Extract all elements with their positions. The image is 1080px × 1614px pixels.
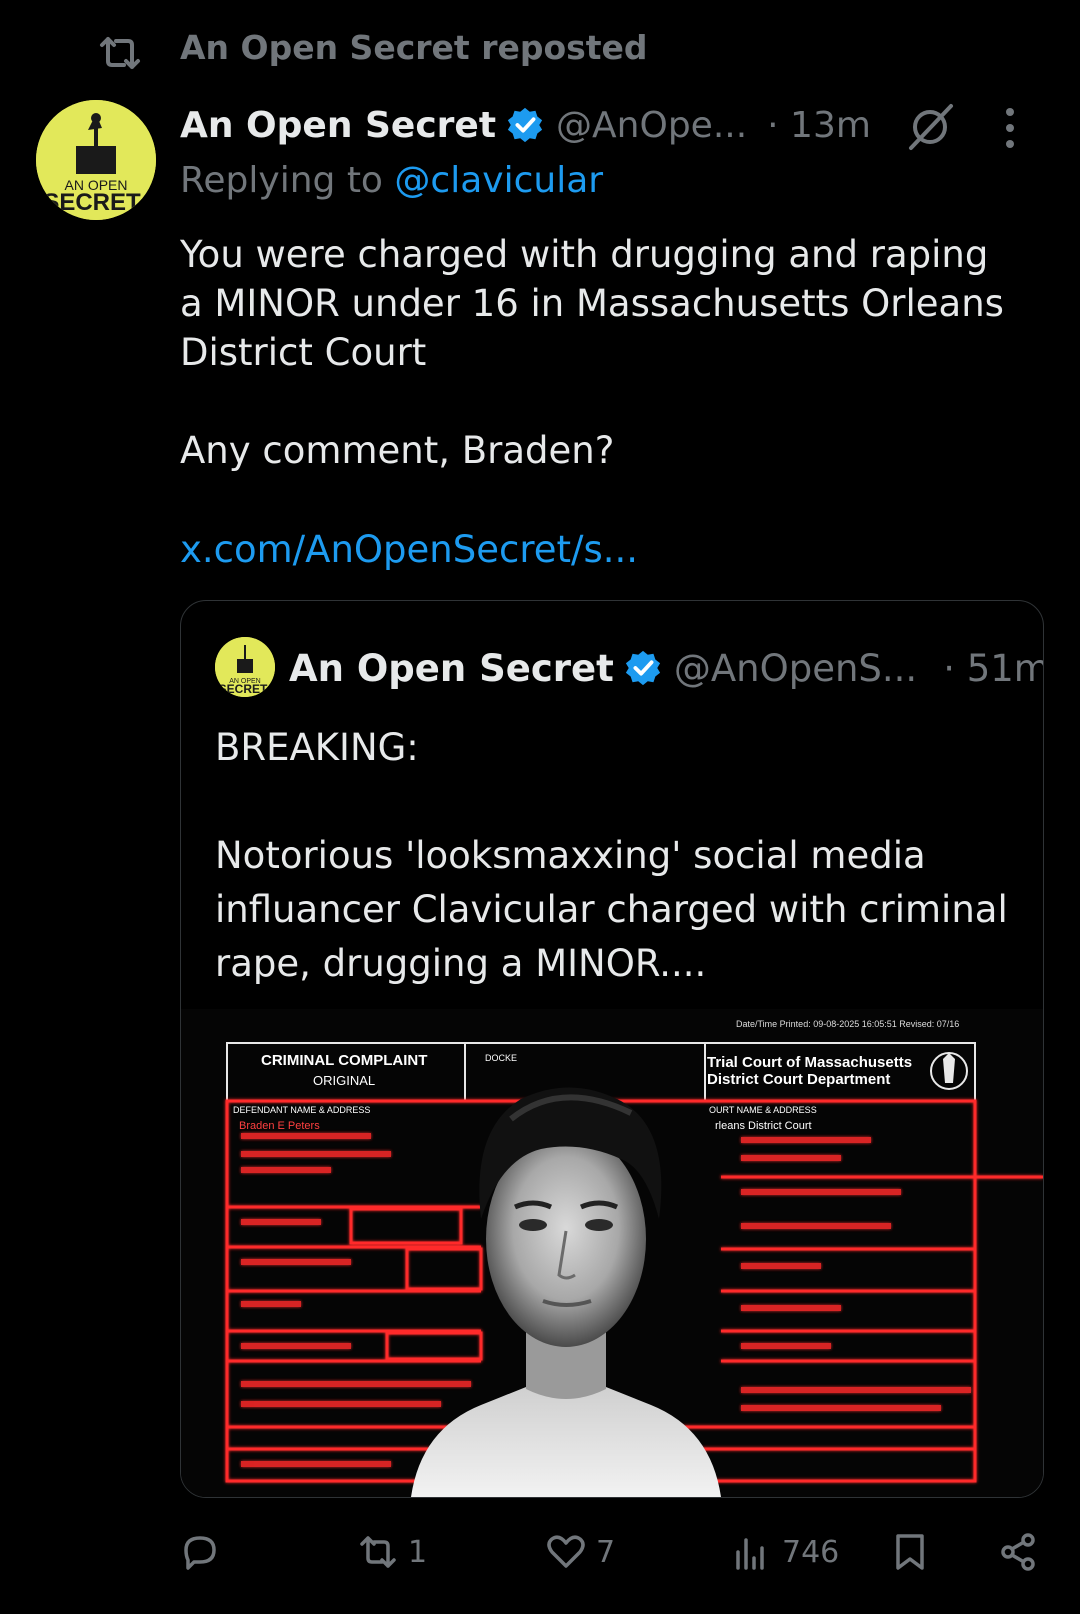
repost-icon: [100, 37, 140, 69]
bookmark-button[interactable]: [888, 1522, 932, 1582]
verified-badge-icon: [507, 107, 543, 143]
avatar-logo-image: AN OPEN SECRET: [215, 637, 275, 697]
bookmark-icon: [896, 1534, 924, 1570]
svg-text:Date/Time Printed: 09-08-2025: Date/Time Printed: 09-08-2025 16:05:51 R…: [736, 1019, 959, 1029]
grok-icon[interactable]: [905, 100, 957, 152]
post-text-paragraph: Any comment, Braden?: [180, 429, 615, 472]
more-icon[interactable]: [1000, 104, 1020, 152]
repost-count: 1: [408, 1534, 428, 1570]
quote-author-handle[interactable]: @AnOpenS...: [674, 647, 917, 690]
views-icon: [736, 1538, 764, 1570]
svg-text:Trial Court of Massachusetts: Trial Court of Massachusetts: [707, 1054, 912, 1071]
repost-indicator: [96, 30, 144, 76]
svg-text:SECRET: SECRET: [219, 682, 268, 696]
quote-body: BREAKING: Notorious 'looksmaxxing' socia…: [215, 721, 1015, 991]
author-handle[interactable]: @AnOpe...: [556, 105, 747, 146]
views-button[interactable]: 746: [730, 1522, 839, 1582]
replying-to: Replying to @clavicular: [180, 160, 604, 201]
post-actions: 1 7 746: [0, 1522, 1080, 1582]
avatar-logo-image: AN OPEN SECRET: [36, 100, 156, 220]
svg-text:DEFENDANT NAME & ADDRESS: DEFENDANT NAME & ADDRESS: [233, 1105, 370, 1115]
post-body: You were charged with drugging and rapin…: [180, 230, 1020, 475]
share-icon: [1001, 1533, 1035, 1571]
post-text-paragraph: You were charged with drugging and rapin…: [180, 233, 1004, 374]
quote-author-name[interactable]: An Open Secret: [289, 647, 614, 690]
criminal-complaint-image: Date/Time Printed: 09-08-2025 16:05:51 R…: [181, 1009, 1043, 1497]
svg-text:OURT NAME & ADDRESS: OURT NAME & ADDRESS: [709, 1105, 817, 1115]
repost-icon: [360, 1536, 396, 1568]
svg-text:ORIGINAL: ORIGINAL: [313, 1073, 375, 1088]
like-count: 7: [596, 1534, 616, 1570]
like-icon: [547, 1535, 585, 1568]
reply-icon: [184, 1536, 216, 1570]
quote-media-image[interactable]: Date/Time Printed: 09-08-2025 16:05:51 R…: [181, 1009, 1043, 1497]
quote-text-paragraph: Notorious 'looksmaxxing' social media in…: [215, 834, 1008, 985]
quoted-post[interactable]: AN OPEN SECRET An Open Secret @AnOpenS..…: [180, 600, 1044, 1498]
repost-label[interactable]: An Open Secret reposted: [180, 28, 648, 67]
post-header: An Open Secret @AnOpe... · 13m: [180, 100, 871, 150]
repost-button[interactable]: 1: [356, 1522, 427, 1582]
svg-text:District Court Department: District Court Department: [707, 1071, 890, 1088]
author-name[interactable]: An Open Secret: [180, 105, 496, 146]
quote-time: · 51m: [943, 646, 1044, 690]
share-button[interactable]: [996, 1522, 1040, 1582]
reply-button[interactable]: [178, 1522, 222, 1582]
verified-badge-icon: [625, 650, 660, 686]
quote-author-avatar[interactable]: AN OPEN SECRET: [215, 637, 275, 697]
svg-text:SECRET: SECRET: [43, 189, 141, 216]
quote-text-paragraph: BREAKING:: [215, 726, 419, 769]
post-time[interactable]: · 13m: [767, 105, 871, 146]
replying-to-handle[interactable]: @clavicular: [394, 160, 603, 201]
views-count: 746: [782, 1534, 840, 1570]
author-avatar[interactable]: AN OPEN SECRET: [36, 100, 156, 220]
like-button[interactable]: 7: [544, 1522, 615, 1582]
quote-header: An Open Secret @AnOpenS... · 51m: [289, 643, 1044, 693]
svg-text:DOCKE: DOCKE: [485, 1053, 517, 1063]
svg-text:CRIMINAL COMPLAINT: CRIMINAL COMPLAINT: [261, 1052, 427, 1069]
post-link[interactable]: x.com/AnOpenSecret/s...: [180, 528, 638, 571]
svg-text:Braden E Peters: Braden E Peters: [239, 1120, 320, 1132]
svg-text:rleans District Court: rleans District Court: [715, 1120, 812, 1132]
